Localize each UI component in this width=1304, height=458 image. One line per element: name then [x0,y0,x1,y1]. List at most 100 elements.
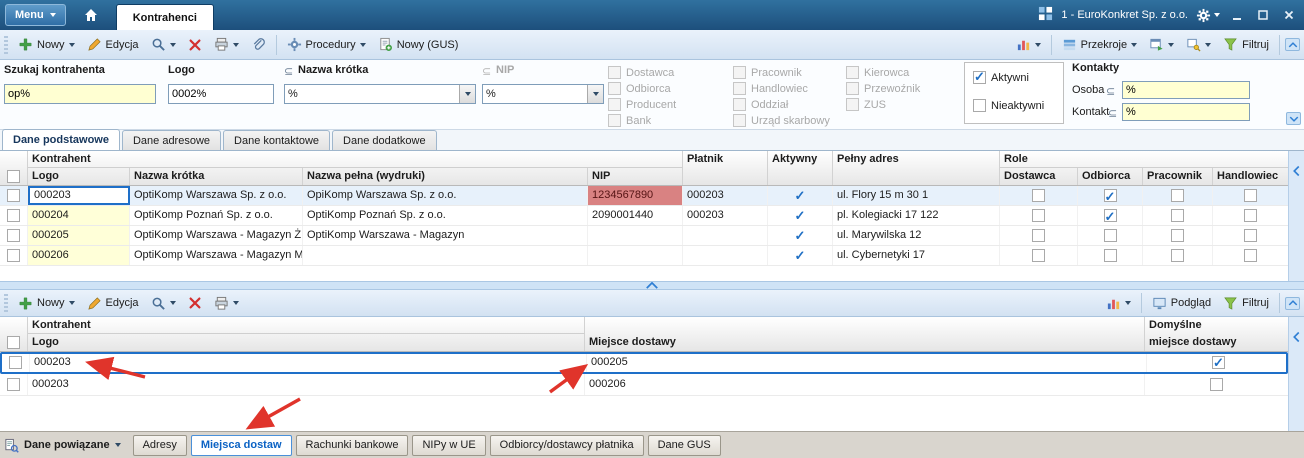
tab-dane-kontaktowe[interactable]: Dane kontaktowe [223,130,331,150]
table-row[interactable]: 000203 000206 [0,374,1288,396]
horizontal-splitter[interactable] [0,281,1304,290]
tab-dane-adresowe[interactable]: Dane adresowe [121,130,222,150]
column-header-dostawca[interactable]: Dostawca [1000,168,1078,185]
filter-checkbox-nieaktywni[interactable]: Nieaktywni [973,99,1044,112]
chart-button[interactable] [1011,35,1046,54]
domyslne-checkbox[interactable] [1210,377,1223,391]
new-button[interactable]: Nowy [13,35,80,54]
row-checkbox[interactable] [7,377,20,391]
pracownik-checkbox[interactable] [1171,248,1184,262]
column-header-logo[interactable]: Logo [28,334,585,351]
tab-dane-podstawowe[interactable]: Dane podstawowe [2,129,120,150]
aktywny-checkbox[interactable] [793,186,807,200]
export-button[interactable] [1144,35,1179,54]
grid1-side-collapse-strip[interactable] [1288,151,1304,281]
tab-dane-gus[interactable]: Dane GUS [647,434,721,456]
pracownik-checkbox[interactable] [1171,188,1184,202]
dostawca-checkbox[interactable] [1032,188,1045,202]
select-all-checkbox[interactable] [7,169,20,183]
filter-checkbox-aktywni[interactable]: Aktywni [973,69,1029,85]
tab-nipy-w-ue[interactable]: NIPy w UE [412,434,486,456]
column-header-pelny-adres[interactable]: Pełny adres [833,151,1000,168]
column-header-odbiorca[interactable]: Odbiorca [1078,168,1143,185]
table-row[interactable]: 000205 OptiKomp Warszawa - Magazyn Ż Opt… [0,226,1288,246]
home-icon[interactable] [80,4,102,26]
handlowiec-checkbox[interactable] [1244,228,1257,242]
print-button[interactable] [209,294,244,313]
row-checkbox[interactable] [7,248,20,262]
combo-dropdown-button[interactable] [459,85,475,103]
tab-rachunki-bankowe[interactable]: Rachunki bankowe [295,434,409,456]
row-checkbox[interactable] [7,228,20,242]
contact-filter-input[interactable] [1122,103,1250,121]
filter-button[interactable]: Filtruj [1218,35,1274,54]
delete-button[interactable] [183,294,207,312]
column-header-handlowiec[interactable]: Handlowiec [1213,168,1288,185]
search-button[interactable] [146,294,181,313]
collapse-up-button[interactable] [1285,38,1300,51]
search-button[interactable] [146,35,181,54]
table-row[interactable]: 000203 OptiKomp Warszawa Sp. z o.o. OpiK… [0,186,1288,206]
toolbar-grip[interactable] [4,294,8,312]
close-button[interactable] [1280,7,1298,23]
expand-down-button[interactable] [1286,112,1301,125]
column-header-nazwa-krotka[interactable]: Nazwa krótka [130,168,303,185]
toolbar-grip[interactable] [4,35,8,54]
column-header-aktywny[interactable]: Aktywny [768,151,833,168]
preview-button[interactable]: Podgląd [1147,294,1216,313]
column-header-pracownik[interactable]: Pracownik [1143,168,1213,185]
odbiorca-checkbox[interactable] [1103,248,1117,262]
procedures-button[interactable]: Procedury [282,35,371,54]
settings-button[interactable] [1196,8,1220,23]
tab-kontrahenci[interactable]: Kontrahenci [115,4,214,30]
aktywny-checkbox[interactable] [793,226,807,240]
handlowiec-checkbox[interactable] [1244,188,1257,202]
table-row[interactable]: 000204 OptiKomp Poznań Sp. z o.o. OptiKo… [0,206,1288,226]
table-row[interactable]: 000203 000205 [0,352,1288,374]
new-gus-button[interactable]: Nowy (GUS) [373,35,464,54]
menu-button[interactable]: Menu [5,4,66,26]
print-button[interactable] [209,35,244,54]
tab-miejsca-dostaw[interactable]: Miejsca dostaw [190,434,292,456]
odbiorca-checkbox[interactable] [1103,187,1117,205]
new-button[interactable]: Nowy [13,294,80,313]
delete-button[interactable] [183,36,207,54]
odbiorca-checkbox[interactable] [1103,228,1117,242]
column-header-platnik[interactable]: Płatnik [683,151,768,168]
permissions-button[interactable] [1181,35,1216,54]
odbiorca-checkbox[interactable] [1103,207,1117,225]
pracownik-checkbox[interactable] [1171,228,1184,242]
edit-button[interactable]: Edycja [82,294,144,313]
collapse-up-button[interactable] [1285,296,1300,310]
dostawca-checkbox[interactable] [1032,208,1045,222]
column-header-nazwa-pelna[interactable]: Nazwa pełna (wydruki) [303,168,588,185]
nip-filter-combo[interactable]: % [482,84,604,104]
grid2-side-collapse-strip[interactable] [1288,317,1304,431]
domyslne-checkbox[interactable] [1212,354,1225,371]
dostawca-checkbox[interactable] [1032,248,1045,262]
attachment-button[interactable] [246,35,271,54]
filter-button[interactable]: Filtruj [1218,294,1274,313]
column-header-domyslne-line1[interactable]: Domyślne [1145,317,1288,334]
dostawca-checkbox[interactable] [1032,228,1045,242]
przekroje-button[interactable]: Przekroje [1057,35,1142,54]
maximize-button[interactable] [1254,7,1272,23]
aktywny-checkbox[interactable] [793,246,807,260]
column-header-domyslne-line2[interactable]: miejsce dostawy [1145,334,1288,351]
table-row[interactable]: 000206 OptiKomp Warszawa - Magazyn M ul.… [0,246,1288,266]
tab-odbiorcy-dostawcy-platnika[interactable]: Odbiorcy/dostawcy płatnika [489,434,644,456]
person-filter-input[interactable] [1122,81,1250,99]
handlowiec-checkbox[interactable] [1244,248,1257,262]
select-all-checkbox[interactable] [7,335,20,349]
row-checkbox[interactable] [7,188,20,202]
search-contractor-input[interactable] [4,84,156,104]
tab-dane-dodatkowe[interactable]: Dane dodatkowe [332,130,437,150]
edit-button[interactable]: Edycja [82,35,144,54]
pracownik-checkbox[interactable] [1171,208,1184,222]
handlowiec-checkbox[interactable] [1244,208,1257,222]
chart-button[interactable] [1101,294,1136,313]
tab-adresy[interactable]: Adresy [132,434,187,456]
column-header-nip[interactable]: NIP [588,168,683,185]
combo-dropdown-button[interactable] [587,85,603,103]
row-checkbox[interactable] [9,355,22,369]
